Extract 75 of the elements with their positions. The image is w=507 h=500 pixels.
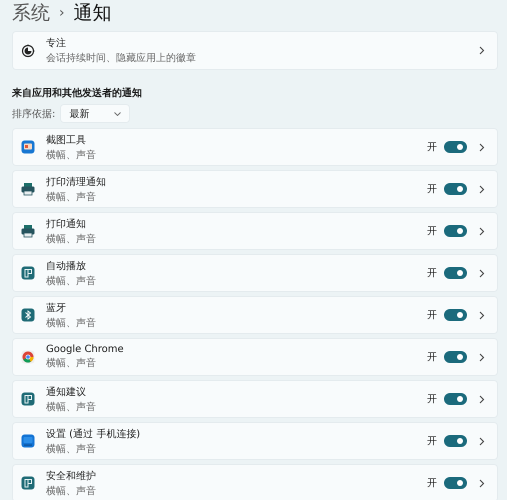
chevron-icon (479, 352, 485, 362)
breadcrumb-link[interactable]: 系统 (12, 0, 50, 26)
toggle-switch[interactable] (444, 183, 467, 195)
app-name: 通知建议 (46, 386, 87, 398)
setting-description: 横幅、声音 (46, 274, 97, 288)
toggle-switch[interactable] (444, 267, 467, 279)
setting-description: 横幅、声音 (46, 190, 97, 204)
caret-icon (114, 112, 122, 116)
setting-description: 横幅、声音 (46, 442, 97, 456)
toggle-label: 开 (427, 477, 437, 490)
toggle-switch[interactable] (444, 309, 467, 321)
setting-description: 横幅、声音 (46, 484, 97, 498)
focus-card[interactable]: 专注 会话持续时间、隐藏应用上的徽章 (12, 31, 498, 70)
bluetooth-icon (21, 308, 35, 322)
toggle-switch[interactable] (444, 141, 467, 153)
app-icon (21, 434, 35, 448)
app-name: 设置 (通过 手机连接) (46, 428, 142, 440)
app-name: 打印通知 (46, 218, 87, 230)
app-row[interactable]: 打印通知 横幅、声音 开 (12, 212, 498, 250)
chevron-icon (479, 394, 485, 404)
app-row[interactable]: 截图工具 横幅、声音 开 (12, 128, 498, 166)
app-name: 截图工具 (46, 134, 87, 146)
chevron-icon (479, 226, 485, 236)
toggle-switch[interactable] (444, 477, 467, 489)
app-name: Google Chrome (46, 344, 125, 355)
setting-description: 横幅、声音 (46, 148, 97, 162)
browser-icon (21, 350, 35, 364)
app-name: 打印清理通知 (46, 176, 107, 188)
toggle-switch[interactable] (444, 225, 467, 237)
setting-description: 横幅、声音 (46, 400, 97, 414)
tile-icon (21, 476, 35, 490)
toggle-switch[interactable] (444, 351, 467, 363)
toggle-label: 开 (427, 309, 437, 322)
chevron-icon (479, 436, 485, 446)
toggle-label: 开 (427, 267, 437, 280)
app-name: 安全和维护 (46, 470, 97, 482)
app-name: 自动播放 (46, 260, 87, 272)
chevron-icon (479, 184, 485, 194)
printer-icon (21, 182, 35, 196)
setting-description: 横幅、声音 (46, 356, 97, 370)
breadcrumb-separator: › (59, 5, 65, 21)
app-row[interactable]: Google Chrome 横幅、声音 开 (12, 338, 498, 376)
focus-icon (21, 44, 35, 58)
toggle-label: 开 (427, 393, 437, 406)
sort-dropdown[interactable]: 最新 (60, 104, 130, 123)
chevron-icon (479, 478, 485, 488)
app-row[interactable]: 打印清理通知 横幅、声音 开 (12, 170, 498, 208)
app-row[interactable]: 设置 (通过 手机连接) 横幅、声音 开 (12, 422, 498, 460)
app-row[interactable]: 自动播放 横幅、声音 开 (12, 254, 498, 292)
chevron-icon (479, 310, 485, 320)
toggle-label: 开 (427, 351, 437, 364)
toggle-switch[interactable] (444, 393, 467, 405)
page-title: 通知 (74, 1, 112, 26)
setting-description: 会话持续时间、隐藏应用上的徽章 (46, 52, 197, 65)
chevron-icon (479, 142, 485, 152)
app-row[interactable]: 安全和维护 横幅、声音 开 (12, 464, 498, 500)
toggle-label: 开 (427, 183, 437, 196)
printer-icon (21, 224, 35, 238)
setting-title: 专注 (46, 36, 67, 50)
tile-icon (21, 266, 35, 280)
setting-description: 横幅、声音 (46, 316, 97, 330)
app-row[interactable]: 蓝牙 横幅、声音 开 (12, 296, 498, 334)
app-name: 蓝牙 (46, 302, 67, 314)
chevron-icon (479, 46, 485, 55)
setting-description: 横幅、声音 (46, 232, 97, 246)
chevron-icon (479, 268, 485, 278)
section-heading: 来自应用和其他发送者的通知 (12, 86, 143, 100)
toggle-label: 开 (427, 141, 437, 154)
app-row[interactable]: 通知建议 横幅、声音 开 (12, 380, 498, 418)
toggle-label: 开 (427, 435, 437, 448)
sort-label: 排序依据: (12, 108, 56, 120)
app-icon (21, 140, 35, 154)
toggle-switch[interactable] (444, 435, 467, 447)
tile-icon (21, 392, 35, 406)
toggle-label: 开 (427, 225, 437, 238)
